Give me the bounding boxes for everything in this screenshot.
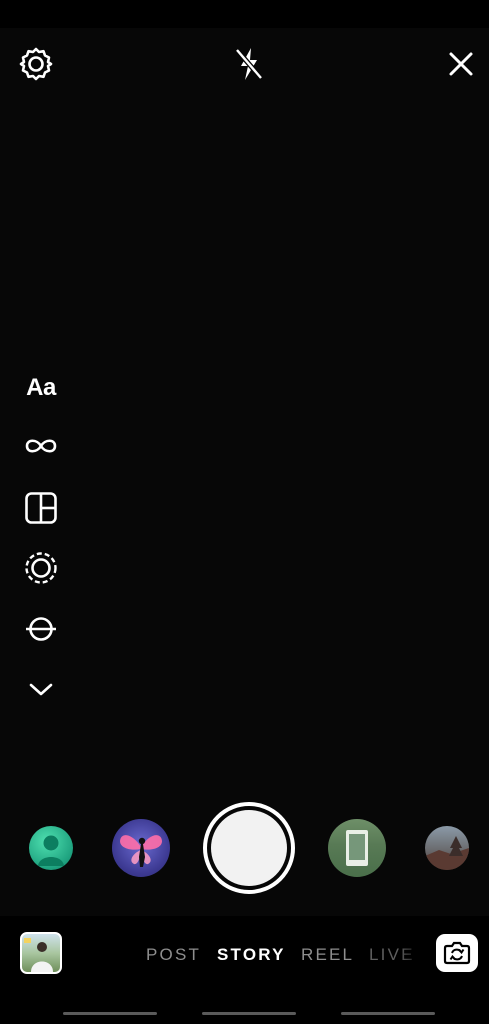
effect-fairy-thumbnail[interactable] — [112, 819, 170, 877]
create-mode-button[interactable]: Aa — [18, 368, 64, 408]
level-icon — [24, 614, 58, 649]
flip-camera-icon — [443, 941, 471, 965]
close-icon — [446, 49, 476, 84]
effect-frame-thumbnail[interactable] — [328, 819, 386, 877]
nav-indicator-left — [63, 1012, 157, 1015]
effect-avatar-thumbnail[interactable] — [29, 826, 73, 870]
chevron-down-icon — [28, 680, 54, 703]
boomerang-button[interactable] — [18, 428, 64, 468]
flip-camera-button[interactable] — [436, 934, 478, 972]
layout-grid-icon — [24, 491, 58, 530]
layout-button[interactable] — [18, 490, 64, 530]
nav-indicator-right — [341, 1012, 435, 1015]
level-button[interactable] — [18, 611, 64, 651]
phone-frame-icon — [346, 830, 368, 866]
gallery-photo-icon — [24, 938, 53, 972]
gear-icon — [18, 46, 54, 87]
mode-reel[interactable]: REEL — [301, 945, 354, 965]
more-tools-button[interactable] — [18, 671, 64, 711]
person-silhouette-icon — [38, 835, 64, 866]
close-button[interactable] — [439, 44, 483, 88]
gallery-thumbnail[interactable] — [20, 932, 62, 974]
shutter-inner — [211, 810, 287, 886]
effect-landscape-thumbnail[interactable] — [425, 826, 469, 870]
landscape-tree-icon — [425, 836, 469, 870]
mode-fade — [400, 936, 430, 972]
multi-capture-button[interactable] — [18, 550, 64, 590]
flash-button[interactable] — [227, 44, 271, 88]
flash-off-icon — [232, 45, 266, 88]
shutter-button[interactable] — [203, 802, 295, 894]
camera-viewfinder[interactable] — [0, 28, 489, 916]
nav-indicator-center — [202, 1012, 296, 1015]
settings-button[interactable] — [14, 44, 58, 88]
mode-post[interactable]: POST — [146, 945, 201, 965]
fairy-wings-icon — [120, 835, 162, 867]
infinity-icon — [24, 436, 58, 461]
mode-story[interactable]: STORY — [217, 945, 286, 965]
dashed-circle-icon — [24, 551, 58, 590]
create-mode-label: Aa — [26, 374, 56, 401]
